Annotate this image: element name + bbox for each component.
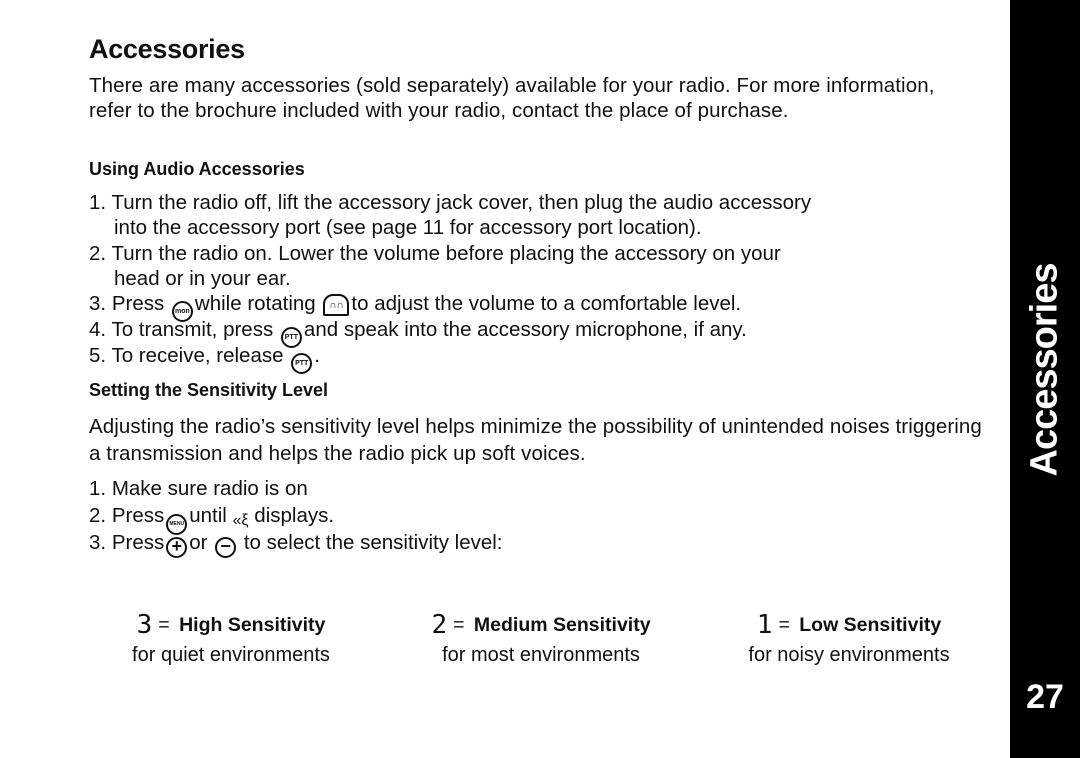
audio-step-1: 1. Turn the radio off, lift the accessor… bbox=[89, 191, 812, 239]
audio-step-2: 2. Turn the radio on. Lower the volume b… bbox=[89, 242, 781, 290]
ptt-button-icon: PTT bbox=[291, 353, 313, 374]
plus-button-icon: + bbox=[166, 537, 188, 558]
sensitivity-level-high: 3 = High Sensitivity for quiet environmen… bbox=[132, 610, 330, 666]
sensitivity-level-medium: 2 = Medium Sensitivity for most environme… bbox=[431, 610, 651, 666]
sensitivity-step-1: 1. Make sure radio is on bbox=[89, 477, 308, 500]
audio-step-5: 5. To receive, release PTT. bbox=[89, 343, 320, 374]
lcd-digit-2: 2 bbox=[431, 610, 448, 640]
minus-button-icon: − bbox=[215, 537, 237, 558]
page-title: Accessories bbox=[89, 34, 245, 64]
sensitivity-heading: Setting the Sensitivity Level bbox=[89, 380, 329, 400]
sensitivity-intro: Adjusting the radio’s sensitivity level … bbox=[89, 415, 982, 465]
lcd-digit-3: 3 bbox=[136, 610, 153, 640]
sensitivity-step-3: 3. Press + or − to select the sensitivity … bbox=[89, 531, 503, 558]
intro-paragraph: There are many accessories (sold separat… bbox=[89, 74, 935, 122]
sensitivity-level-low: 1 = Low Sensitivity for noisy environment… bbox=[748, 610, 950, 666]
volume-knob-icon: ∩∩ bbox=[323, 294, 350, 316]
lcd-digit-1: 1 bbox=[756, 610, 773, 640]
audio-heading: Using Audio Accessories bbox=[89, 159, 305, 179]
page-number: 27 bbox=[1026, 678, 1064, 716]
